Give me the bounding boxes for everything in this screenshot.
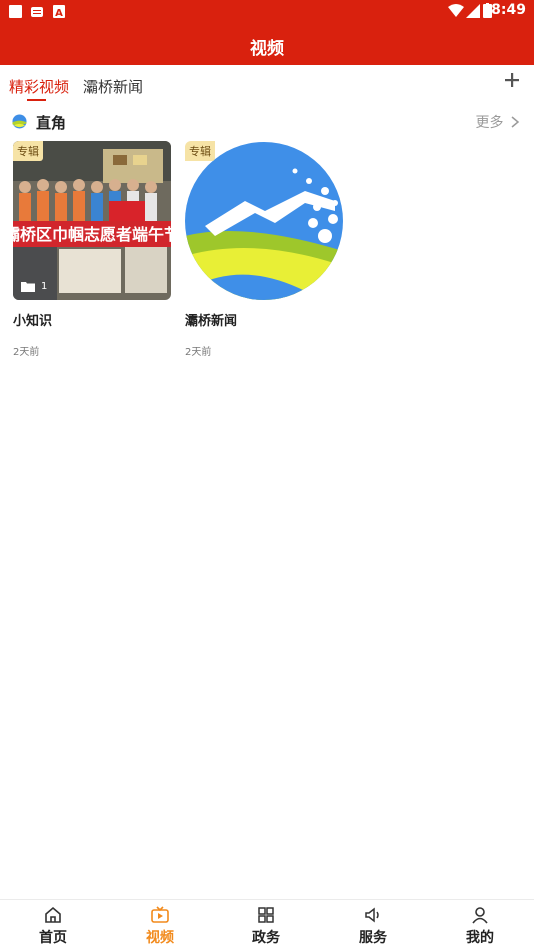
folder-icon — [21, 282, 35, 292]
album-badge: 专辑 — [185, 141, 215, 161]
message-icon — [31, 7, 43, 17]
tab-baqiao-news[interactable]: 灞桥新闻 — [83, 76, 143, 97]
nav-home[interactable]: 首页 — [13, 900, 93, 951]
album-thumbnail[interactable]: 专辑 — [185, 141, 343, 300]
volunteer-group-photo: 灞桥区巾帼志愿者端午节 — [13, 141, 171, 300]
chevron-right-icon — [511, 116, 520, 128]
tab-indicator — [27, 99, 46, 101]
home-icon — [45, 906, 61, 923]
nav-home-label: 首页 — [39, 930, 67, 946]
nav-profile[interactable]: 我的 — [440, 900, 520, 951]
nav-government[interactable]: 政务 — [226, 900, 306, 951]
banner-text: 灞桥区巾帼志愿者端午节 — [13, 225, 171, 244]
album-time: 2天前 — [13, 347, 40, 358]
section-title: 直角 — [36, 114, 67, 132]
speaker-icon — [365, 907, 379, 923]
status-time: 8:49 — [491, 2, 526, 18]
album-badge: 专辑 — [13, 141, 43, 161]
tab-bar: 精彩视频 灞桥新闻 — [0, 65, 534, 103]
episode-count: 1 — [21, 280, 47, 292]
nav-government-label: 政务 — [252, 930, 280, 946]
grid-icon — [258, 907, 274, 923]
status-bar: A 8:49 — [0, 0, 534, 24]
baqiao-logo-image — [185, 142, 343, 300]
svg-text:A: A — [55, 8, 63, 18]
tab-featured-videos[interactable]: 精彩视频 — [9, 76, 69, 97]
app-a-icon: A — [53, 5, 65, 18]
nav-video[interactable]: 视频 — [120, 900, 200, 951]
channel-logo-icon — [12, 114, 27, 129]
album-title[interactable]: 灞桥新闻 — [185, 310, 343, 329]
nav-service-label: 服务 — [359, 930, 387, 946]
tv-icon — [151, 906, 169, 923]
bottom-navigation: 首页 视频 政务 服务 我的 — [0, 899, 534, 951]
episode-count-value: 1 — [41, 280, 48, 292]
nav-service[interactable]: 服务 — [333, 900, 413, 951]
page-title: 视频 — [250, 39, 284, 59]
section-header: 直角 更多 — [0, 108, 534, 136]
album-title[interactable]: 小知识 — [13, 310, 171, 329]
add-icon[interactable] — [500, 68, 524, 92]
notification-icon — [9, 5, 22, 18]
nav-video-label: 视频 — [146, 930, 174, 946]
wifi-icon — [448, 4, 464, 17]
album-time: 2天前 — [185, 347, 212, 358]
album-card-baqiao-news[interactable]: 专辑 灞桥新闻 2天前 — [185, 141, 343, 358]
more-link[interactable]: 更多 — [476, 112, 520, 132]
signal-icon — [466, 4, 480, 18]
more-label: 更多 — [475, 115, 504, 131]
album-thumbnail[interactable]: 专辑 灞桥区巾帼志愿者端午节 — [13, 141, 171, 300]
top-app-bar: A 8:49 视频 — [0, 0, 534, 65]
nav-profile-label: 我的 — [466, 930, 494, 946]
person-icon — [472, 907, 488, 924]
album-card-xiaozhishi[interactable]: 专辑 灞桥区巾帼志愿者端午节 — [13, 141, 171, 358]
